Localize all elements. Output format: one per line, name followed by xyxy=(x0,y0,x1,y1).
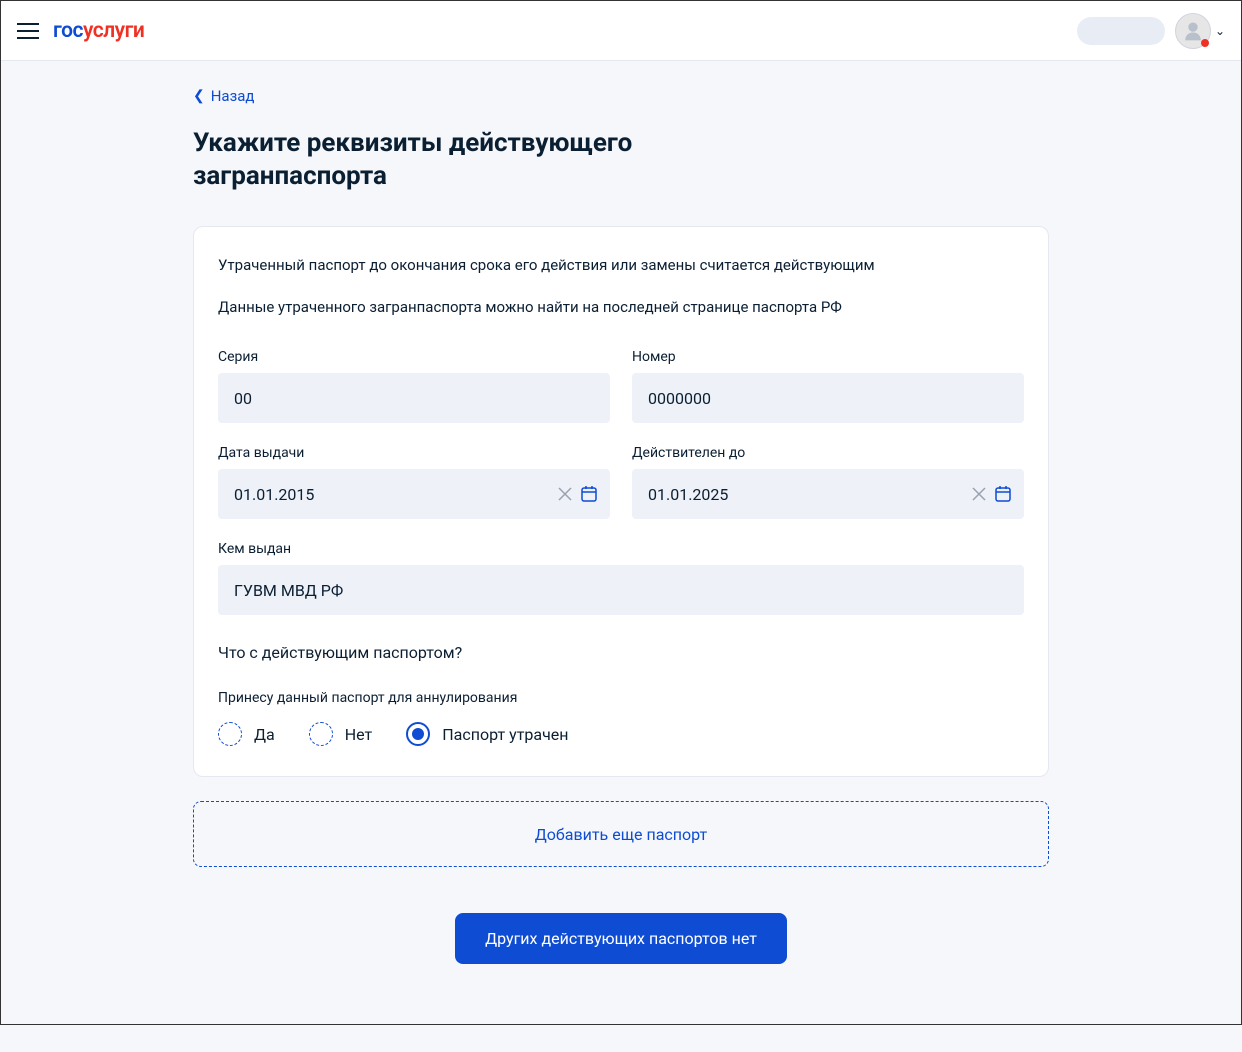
back-link[interactable]: ❮ Назад xyxy=(193,87,254,105)
annul-sub-label: Принесу данный паспорт для аннулирования xyxy=(218,690,1024,706)
issue-date-input[interactable] xyxy=(234,485,550,504)
no-other-passports-button[interactable]: Других действующих паспортов нет xyxy=(455,913,787,964)
valid-until-label: Действителен до xyxy=(632,445,1024,461)
add-passport-button[interactable]: Добавить еще паспорт xyxy=(193,801,1049,867)
series-input[interactable] xyxy=(218,373,610,423)
issued-by-label: Кем выдан xyxy=(218,541,1024,557)
radio-group: Да Нет Паспорт утрачен xyxy=(218,722,1024,746)
logo-part2: услуги xyxy=(83,19,144,43)
radio-no-label: Нет xyxy=(345,725,373,744)
radio-lost[interactable]: Паспорт утрачен xyxy=(406,722,568,746)
radio-icon xyxy=(309,722,333,746)
radio-icon-selected xyxy=(406,722,430,746)
radio-icon xyxy=(218,722,242,746)
clear-icon[interactable] xyxy=(558,487,572,501)
issue-date-label: Дата выдачи xyxy=(218,445,610,461)
back-label: Назад xyxy=(211,87,255,105)
chevron-left-icon: ❮ xyxy=(193,88,205,104)
radio-no[interactable]: Нет xyxy=(309,722,373,746)
menu-icon[interactable] xyxy=(17,23,39,39)
header-pill[interactable] xyxy=(1077,17,1165,45)
header-right: ⌄ xyxy=(1077,13,1225,49)
info-text-1: Утраченный паспорт до окончания срока ег… xyxy=(218,253,1024,277)
chevron-down-icon: ⌄ xyxy=(1215,24,1225,38)
user-menu[interactable]: ⌄ xyxy=(1175,13,1225,49)
number-label: Номер xyxy=(632,349,1024,365)
calendar-icon[interactable] xyxy=(994,485,1012,503)
issued-by-input[interactable] xyxy=(218,565,1024,615)
header: госуслуги ⌄ xyxy=(1,1,1241,61)
radio-yes-label: Да xyxy=(254,725,275,744)
calendar-icon[interactable] xyxy=(580,485,598,503)
passport-card: Утраченный паспорт до окончания срока ег… xyxy=(193,226,1049,777)
logo[interactable]: госуслуги xyxy=(53,19,144,43)
main: ❮ Назад Укажите реквизиты действующего з… xyxy=(193,61,1049,1024)
radio-lost-label: Паспорт утрачен xyxy=(442,725,568,744)
clear-icon[interactable] xyxy=(972,487,986,501)
header-left: госуслуги xyxy=(17,19,144,43)
passport-status-question: Что с действующим паспортом? xyxy=(218,643,1024,662)
series-label: Серия xyxy=(218,349,610,365)
notification-dot-icon xyxy=(1201,39,1209,47)
page-title: Укажите реквизиты действующего загранпас… xyxy=(193,127,733,192)
number-input[interactable] xyxy=(632,373,1024,423)
info-text-2: Данные утраченного загранпаспорта можно … xyxy=(218,295,1024,319)
avatar-icon xyxy=(1175,13,1211,49)
radio-yes[interactable]: Да xyxy=(218,722,275,746)
logo-part1: гос xyxy=(53,19,83,43)
valid-until-input[interactable] xyxy=(648,485,964,504)
